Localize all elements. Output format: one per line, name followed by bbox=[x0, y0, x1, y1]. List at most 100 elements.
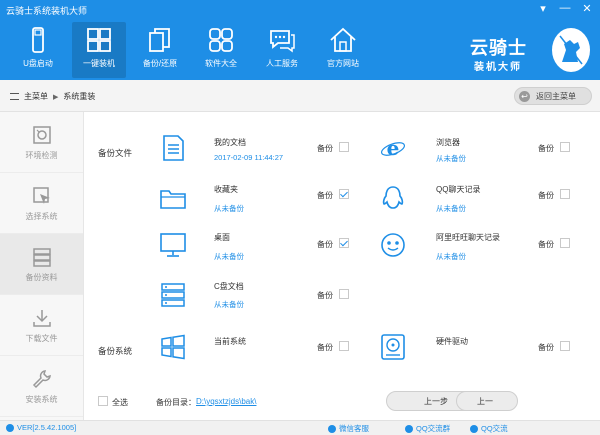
qq-icon bbox=[405, 424, 413, 433]
qq-icon bbox=[470, 424, 478, 433]
item-qq-chat: QQ聊天记录 bbox=[436, 185, 481, 194]
item-status: 从未备份 bbox=[436, 252, 466, 261]
backup-label: 备份 bbox=[538, 240, 554, 249]
backup-dir-path[interactable]: D:\yqsxtzjds\bak\ bbox=[196, 397, 256, 406]
backup-label: 备份 bbox=[317, 191, 333, 200]
folder-icon bbox=[160, 190, 186, 209]
qq-exchange-link[interactable]: QQ交流 bbox=[470, 423, 508, 434]
database-icon bbox=[32, 247, 51, 267]
qq-group-link[interactable]: QQ交流群 bbox=[405, 423, 450, 434]
breadcrumb-bar: 主菜单 ▶ 系统重装 ↩ 返回主菜单 bbox=[0, 80, 600, 112]
backup-dir-label: 备份目录： bbox=[156, 398, 196, 407]
checkbox-select-all[interactable] bbox=[98, 396, 108, 406]
nav-usb-boot[interactable]: U盘启动 bbox=[11, 22, 65, 78]
checkbox-my-documents[interactable] bbox=[339, 142, 349, 152]
backup-label: 备份 bbox=[317, 240, 333, 249]
version-info: VER[2.5.42.1005] bbox=[6, 423, 76, 432]
windows-logo-icon bbox=[87, 28, 111, 52]
breadcrumb-current: 系统重装 bbox=[63, 92, 96, 101]
window-title: 云骑士系统装机大师 bbox=[6, 6, 88, 16]
checkbox-aliwangwang[interactable] bbox=[560, 238, 570, 248]
brand-logo: 云骑士 装机大师 bbox=[470, 24, 590, 76]
logo-title: 云骑士 bbox=[470, 38, 527, 59]
info-icon bbox=[6, 423, 14, 432]
copy-icon bbox=[149, 28, 170, 52]
wechat-service-link[interactable]: 微信客服 bbox=[328, 423, 369, 434]
backup-panel: 备份文件 我的文档 2017-02-09 11:44:27 备份 e 浏览器 从… bbox=[84, 112, 600, 420]
section-backup-system: 备份系统 bbox=[98, 346, 133, 356]
drive-stack-icon bbox=[161, 283, 185, 307]
window-controls: ▾ — ✕ bbox=[536, 2, 594, 15]
item-status: 从未备份 bbox=[214, 300, 244, 309]
sidebar-label: 选择系统 bbox=[25, 211, 58, 221]
checkbox-desktop[interactable] bbox=[339, 238, 349, 248]
version-text: VER[2.5.42.1005] bbox=[17, 423, 77, 432]
apps-grid-icon bbox=[209, 28, 233, 52]
sidebar-label: 下载文件 bbox=[25, 333, 58, 343]
svg-text:e: e bbox=[387, 136, 400, 160]
nav-one-click-install[interactable]: 一键装机 bbox=[72, 22, 126, 78]
step-sidebar: 环境检测 选择系统 备份资料 下载文件 安装系统 bbox=[0, 112, 84, 420]
item-c-drive-docs: C盘文档 bbox=[214, 282, 244, 291]
item-status: 2017-02-09 11:44:27 bbox=[214, 153, 284, 162]
next-step-button[interactable]: 上一 bbox=[456, 391, 518, 411]
cursor-select-icon bbox=[32, 186, 50, 204]
nav-backup-restore[interactable]: 备份/还原 bbox=[133, 22, 187, 78]
item-desktop: 桌面 bbox=[214, 233, 230, 242]
link-label: QQ交流 bbox=[481, 424, 508, 433]
back-arrow-icon: ↩ bbox=[519, 90, 530, 102]
windows-logo-icon bbox=[161, 334, 185, 360]
nav-human-service[interactable]: 人工服务 bbox=[255, 22, 309, 78]
nav-label: 人工服务 bbox=[266, 59, 298, 68]
item-aliwangwang: 阿里旺旺聊天记录 bbox=[436, 233, 500, 242]
back-button-label: 返回主菜单 bbox=[536, 91, 576, 101]
wrench-icon bbox=[32, 369, 51, 388]
sidebar-item-install[interactable]: 安装系统 bbox=[0, 356, 83, 417]
checkbox-hardware-drivers[interactable] bbox=[560, 341, 570, 351]
wechat-icon bbox=[328, 424, 336, 433]
item-my-documents: 我的文档 bbox=[214, 138, 246, 147]
link-label: 微信客服 bbox=[339, 424, 369, 433]
sidebar-item-download[interactable]: 下载文件 bbox=[0, 295, 83, 356]
sidebar-item-select-system[interactable]: 选择系统 bbox=[0, 173, 83, 234]
checkbox-favorites[interactable] bbox=[339, 189, 349, 199]
sidebar-label: 环境检测 bbox=[25, 150, 58, 160]
sidebar-item-backup-data[interactable]: 备份资料 bbox=[0, 234, 83, 295]
checkbox-browser[interactable] bbox=[560, 142, 570, 152]
checkbox-c-drive-docs[interactable] bbox=[339, 289, 349, 299]
ie-browser-icon: e bbox=[380, 136, 406, 160]
minimize-icon[interactable]: — bbox=[558, 2, 572, 15]
logo-subtitle: 装机大师 bbox=[474, 62, 522, 73]
item-status: 从未备份 bbox=[436, 204, 466, 213]
nav-label: 官方网站 bbox=[327, 59, 359, 68]
backup-label: 备份 bbox=[538, 191, 554, 200]
sidebar-item-env-check[interactable]: 环境检测 bbox=[0, 112, 83, 173]
home-icon bbox=[330, 27, 356, 52]
app-header: 云骑士系统装机大师 ▾ — ✕ U盘启动 一键装机 备份/还原 软件大全 人工服… bbox=[0, 0, 600, 80]
link-label: QQ交流群 bbox=[416, 424, 451, 433]
item-status: 从未备份 bbox=[436, 154, 466, 163]
checkbox-qq-chat[interactable] bbox=[560, 189, 570, 199]
dropdown-menu-icon[interactable]: ▾ bbox=[536, 2, 550, 15]
close-icon[interactable]: ✕ bbox=[580, 2, 594, 15]
item-status: 从未备份 bbox=[214, 252, 244, 261]
section-backup-files: 备份文件 bbox=[98, 148, 133, 158]
nav-official-site[interactable]: 官方网站 bbox=[316, 22, 370, 78]
nav-label: 软件大全 bbox=[205, 59, 237, 68]
item-current-system: 当前系统 bbox=[214, 337, 246, 346]
nav-label: 一键装机 bbox=[83, 59, 115, 68]
qq-penguin-icon bbox=[382, 186, 404, 209]
sidebar-label: 备份资料 bbox=[25, 272, 58, 282]
menu-lines-icon bbox=[10, 93, 19, 100]
checkbox-current-system[interactable] bbox=[339, 341, 349, 351]
wangwang-icon bbox=[381, 233, 405, 257]
backup-label: 备份 bbox=[317, 291, 333, 300]
sidebar-label: 安装系统 bbox=[25, 394, 58, 404]
nav-software[interactable]: 软件大全 bbox=[194, 22, 248, 78]
hard-disk-icon bbox=[381, 334, 405, 360]
document-icon bbox=[163, 135, 184, 161]
back-to-main-button[interactable]: ↩ 返回主菜单 bbox=[514, 87, 592, 105]
download-icon bbox=[32, 309, 51, 327]
nav-label: U盘启动 bbox=[23, 59, 53, 68]
breadcrumb-root[interactable]: 主菜单 bbox=[24, 91, 48, 102]
